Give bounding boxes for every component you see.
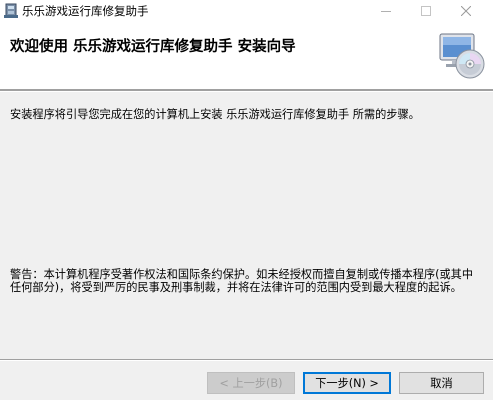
minimize-button[interactable] (366, 0, 406, 22)
title-bar: 乐乐游戏运行库修复助手 (0, 0, 493, 22)
maximize-button[interactable] (406, 0, 446, 22)
close-button[interactable] (446, 0, 486, 22)
footer-divider (0, 359, 493, 361)
header-banner: 欢迎使用 乐乐游戏运行库修复助手 安装向导 (0, 22, 493, 89)
intro-text: 安装程序将引导您完成在您的计算机上安装 乐乐游戏运行库修复助手 所需的步骤。 (10, 108, 420, 121)
cd-computer-icon (439, 33, 485, 79)
page-title: 欢迎使用 乐乐游戏运行库修复助手 安装向导 (10, 39, 296, 55)
header-divider (0, 89, 493, 92)
window-title: 乐乐游戏运行库修复助手 (22, 4, 149, 18)
next-button[interactable]: 下一步(N) > (303, 372, 391, 394)
cancel-button[interactable]: 取消 (399, 372, 484, 394)
installer-window: 乐乐游戏运行库修复助手 欢迎使用 乐乐游戏运行库修复助手 安装向导 安装程序将引… (0, 0, 493, 400)
copyright-warning: 警告：本计算机程序受著作权法和国际条约保护。如未经授权而擅自复制或传播本程序(或… (10, 268, 474, 294)
installer-icon (4, 3, 18, 18)
maximize-icon (421, 6, 431, 16)
close-icon (461, 6, 471, 16)
back-button[interactable]: < 上一步(B) (207, 372, 295, 394)
minimize-icon (381, 11, 391, 12)
